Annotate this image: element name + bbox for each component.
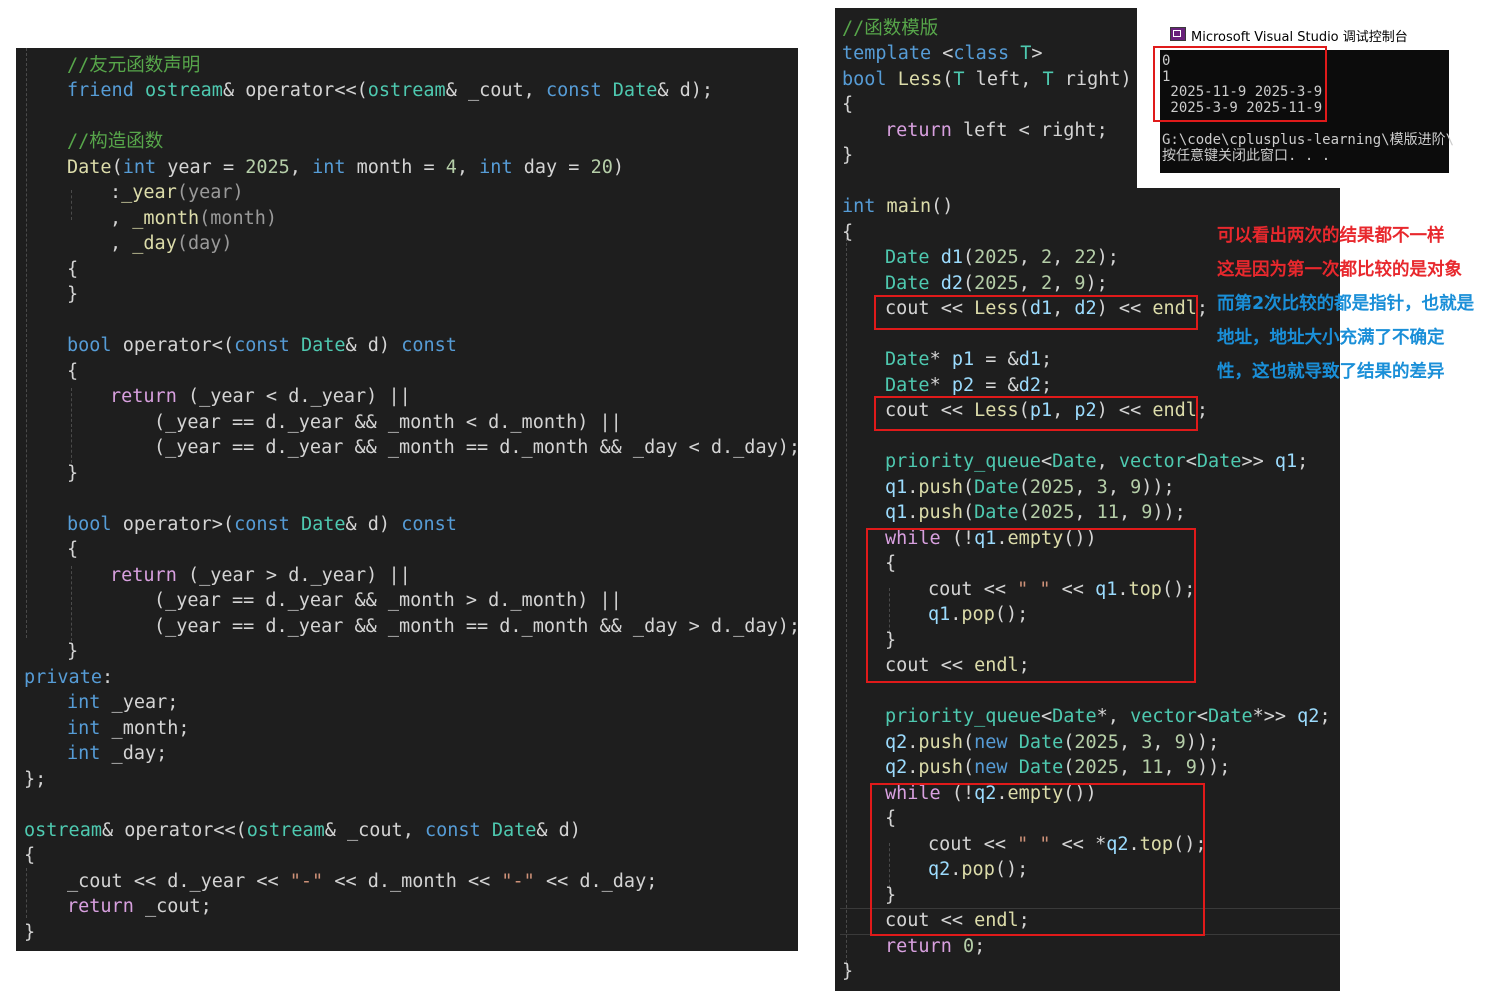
code-line: Date d2(2025, 2, 9); <box>885 273 1108 294</box>
q2-loop-highlight-box <box>870 783 1205 936</box>
annotation-note: 性，这也就导致了结果的差异 <box>1217 362 1445 382</box>
indent-guide <box>26 868 27 918</box>
indent-guide <box>26 48 27 638</box>
indent-guide <box>71 190 72 220</box>
code-line: , _day(day) <box>110 233 233 254</box>
code-line: ostream& operator<<(ostream& _cout, cons… <box>24 820 581 841</box>
console-output-line: 按任意键关闭此窗口. . . <box>1162 148 1331 164</box>
indent-guide <box>71 388 72 463</box>
code-line: } <box>842 145 854 166</box>
code-line: } <box>67 641 79 662</box>
code-line: int _year; <box>67 692 179 713</box>
annotation-note: 可以看出两次的结果都不一样 <box>1217 226 1445 246</box>
code-line: { <box>67 539 79 560</box>
code-line: return (_year < d._year) || <box>110 386 411 407</box>
console-title-text: Microsoft Visual Studio 调试控制台 <box>1191 30 1408 45</box>
console-output-highlight-box <box>1153 46 1327 122</box>
code-line: (_year == d._year && _month > d._month) … <box>154 590 622 611</box>
code-line: return _cout; <box>67 896 212 917</box>
annotation-note: 这是因为第一次都比较的是对象 <box>1217 260 1462 280</box>
code-line: template <class T> <box>842 43 1043 64</box>
code-line: (_year == d._year && _month < d._month) … <box>154 412 622 433</box>
code-line: int _day; <box>67 743 168 764</box>
code-line: } <box>842 961 854 982</box>
code-line: bool operator<(const Date& d) const <box>67 335 457 356</box>
code-line: priority_queue<Date*, vector<Date*>> q2; <box>885 706 1331 727</box>
code-line: return left < right; <box>885 120 1108 141</box>
console-output-line: G:\code\cplusplus-learning\模版进阶\ <box>1162 132 1455 148</box>
code-line: q1.push(Date(2025, 3, 9)); <box>885 477 1175 498</box>
code-line: return 0; <box>885 936 986 957</box>
code-line: { <box>67 259 79 280</box>
code-line: priority_queue<Date, vector<Date>> q1; <box>885 451 1309 472</box>
code-line: //构造函数 <box>67 131 164 152</box>
less-objects-highlight-box <box>874 295 1198 330</box>
code-line: } <box>67 284 79 305</box>
code-line: bool operator>(const Date& d) const <box>67 514 457 535</box>
code-line: friend ostream& operator<<(ostream& _cou… <box>67 80 714 101</box>
annotation-note: 而第2次比较的都是指针，也就是 <box>1217 294 1475 314</box>
code-line: , _month(month) <box>110 208 278 229</box>
code-line: } <box>24 922 36 943</box>
code-line: private: <box>24 667 114 688</box>
left-code-editor[interactable]: //友元函数声明 friend ostream& operator<<(ostr… <box>16 48 801 951</box>
code-line: return (_year > d._year) || <box>110 565 411 586</box>
code-line: Date* p2 = &d2; <box>885 375 1053 396</box>
code-line: _cout << d._year << "-" << d._month << "… <box>67 871 658 892</box>
code-line: :_year(year) <box>110 182 244 203</box>
code-line: q2.push(new Date(2025, 11, 9)); <box>885 757 1231 778</box>
less-pointers-highlight-box <box>874 396 1198 431</box>
code-line: q2.push(new Date(2025, 3, 9)); <box>885 732 1220 753</box>
q1-loop-highlight-box <box>866 528 1196 683</box>
indent-guide <box>846 238 847 973</box>
code-line: int _month; <box>67 718 190 739</box>
code-line: (_year == d._year && _month == d._month … <box>154 616 801 637</box>
code-line: (_year == d._year && _month == d._month … <box>154 437 801 458</box>
annotation-note: 地址，地址大小充满了不确定 <box>1217 328 1445 348</box>
code-line: //友元函数声明 <box>67 55 201 76</box>
code-line: Date(int year = 2025, int month = 4, int… <box>67 157 624 178</box>
code-line: q1.push(Date(2025, 11, 9)); <box>885 502 1186 523</box>
code-line: { <box>24 845 36 866</box>
indent-guide <box>71 566 72 641</box>
code-line: }; <box>24 769 47 790</box>
code-line: { <box>67 361 79 382</box>
code-line: Date d1(2025, 2, 22); <box>885 247 1119 268</box>
code-line: bool Less(T left, T right) <box>842 69 1132 90</box>
code-line: { <box>842 94 854 115</box>
code-line: } <box>67 463 79 484</box>
code-line: //函数模版 <box>842 18 939 39</box>
code-line: { <box>842 222 854 243</box>
code-line: int main() <box>842 196 954 217</box>
code-line: Date* p1 = &d1; <box>885 349 1053 370</box>
visual-studio-icon <box>1170 27 1186 41</box>
